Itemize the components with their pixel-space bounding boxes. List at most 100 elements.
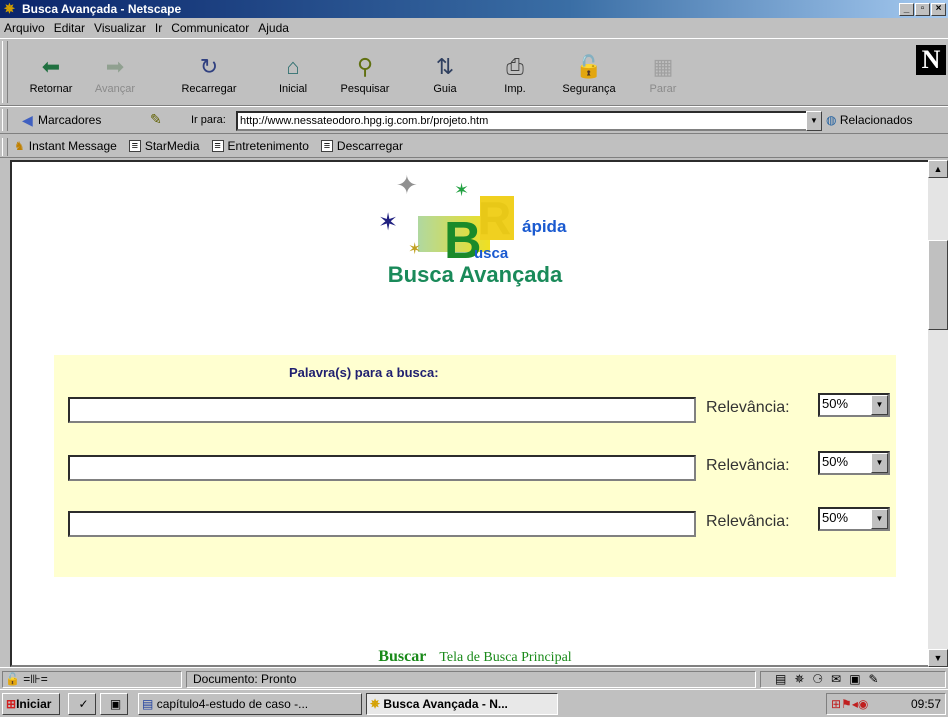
menu-arquivo[interactable]: Arquivo <box>4 21 45 35</box>
word-icon: ▤ <box>142 697 154 711</box>
home-button[interactable]: ⌂ Inicial <box>262 47 324 103</box>
location-bar: ◀ Marcadores ✎ Ir para: http://www.nessa… <box>0 106 948 134</box>
bookmarks-button[interactable]: Marcadores <box>38 113 101 127</box>
page-title: Busca Avançada <box>387 262 563 287</box>
title-bar: ✵ Busca Avançada - Netscape _ ▫ × <box>0 0 948 18</box>
security-label: Segurança <box>562 83 616 95</box>
task-netscape[interactable]: ✵ Busca Avançada - N... <box>366 693 558 715</box>
descarregar-link[interactable]: ≡ Descarregar <box>320 139 403 153</box>
guide-icon: ⇅ <box>435 54 455 79</box>
menu-ajuda[interactable]: Ajuda <box>258 21 289 35</box>
instant-message-link[interactable]: ♞ Instant Message <box>14 139 117 153</box>
system-tray: ⊞⚑◂◉ 09:57 <box>826 693 946 715</box>
search-panel: Palavra(s) para a busca: Relevância: 50%… <box>54 355 896 577</box>
location-icon: ✎ <box>150 111 162 127</box>
quick-launch-desktop[interactable]: ▣ <box>100 693 128 715</box>
entretenimento-link[interactable]: ≡ Entretenimento <box>211 138 309 153</box>
task-label: Busca Avançada - N... <box>383 697 508 711</box>
maximize-button[interactable]: ▫ <box>915 2 930 16</box>
busca-rapida-logo: B R ápida usca ✦ ✶ ✶ ✶ <box>378 172 567 264</box>
search-term-input-1[interactable] <box>68 397 696 423</box>
component-icons: ▤✵⚆✉▣✎ <box>775 672 887 686</box>
task-word-document[interactable]: ▤ capítulo4-estudo de caso -... <box>138 693 362 715</box>
status-text: Documento: Pronto <box>186 671 756 688</box>
security-status[interactable]: 🔓 =⊪= <box>2 671 182 688</box>
reload-label: Recarregar <box>181 83 237 95</box>
location-grip[interactable] <box>2 109 8 131</box>
instant-message-label: Instant Message <box>28 138 117 153</box>
relevance-label: Relevância: <box>706 399 790 416</box>
scroll-up-button[interactable]: ▲ <box>928 160 948 178</box>
toolbar-grip[interactable] <box>2 41 8 103</box>
component-bar[interactable]: ▤✵⚆✉▣✎ <box>760 671 946 688</box>
clock: 09:57 <box>910 697 941 711</box>
page-icon: ≡ <box>320 139 333 152</box>
stop-button[interactable]: ▦ Parar <box>632 47 694 103</box>
url-dropdown-button[interactable]: ▼ <box>806 111 822 131</box>
main-search-link[interactable]: Tela de Busca Principal <box>439 650 571 665</box>
relevance-label: Relevância: <box>706 457 790 474</box>
relevance-label: Relevância: <box>706 513 790 530</box>
search-label: Pesquisar <box>340 83 390 95</box>
relevance-value: 50% <box>822 454 849 469</box>
connection-icon: =⊪= <box>23 672 48 686</box>
menu-communicator[interactable]: Communicator <box>171 21 249 35</box>
back-arrow-icon: ⬅ <box>41 54 61 79</box>
browser-icon: ✓ <box>78 697 89 711</box>
related-icon: ◍ <box>826 113 837 127</box>
tray-icons[interactable]: ⊞⚑◂◉ <box>827 697 868 711</box>
reload-icon: ↻ <box>199 54 219 79</box>
netscape-logo[interactable]: N <box>916 45 946 75</box>
search-term-input-3[interactable] <box>68 511 696 537</box>
logo-busca-text: usca <box>474 245 509 262</box>
search-button[interactable]: ⚲ Pesquisar <box>334 47 396 103</box>
forward-button[interactable]: ➡ Avançar <box>84 47 146 103</box>
task-label: capítulo4-estudo de caso -... <box>156 697 309 711</box>
lock-icon: 🔓 <box>5 672 20 686</box>
forward-label: Avançar <box>94 83 136 95</box>
menu-bar: Arquivo Editar Visualizar Ir Communicato… <box>0 18 948 38</box>
personal-grip[interactable] <box>2 138 8 156</box>
print-label: Imp. <box>504 83 526 95</box>
menu-ir[interactable]: Ir <box>155 21 162 35</box>
bookmarks-icon: ◀ <box>22 112 33 128</box>
windows-logo-icon: ⊞ <box>6 697 17 711</box>
chevron-down-icon[interactable]: ▼ <box>871 453 888 473</box>
page-icon: ≡ <box>128 139 141 152</box>
menu-editar[interactable]: Editar <box>54 21 85 35</box>
relevance-value: 50% <box>822 396 849 411</box>
bottom-links: Buscar Tela de Busca Principal <box>12 648 938 665</box>
personal-toolbar: ♞ Instant Message ≡ StarMedia ≡ Entretenime… <box>0 134 948 158</box>
chevron-down-icon[interactable]: ▼ <box>871 395 888 415</box>
chevron-down-icon[interactable]: ▼ <box>871 509 888 529</box>
starmedia-link[interactable]: ≡ StarMedia <box>128 139 200 153</box>
related-label: Relacionados <box>839 113 913 127</box>
search-link[interactable]: Buscar <box>378 648 426 665</box>
menu-visualizar[interactable]: Visualizar <box>94 21 146 35</box>
start-button[interactable]: ⊞Iniciar <box>2 693 60 715</box>
netscape-icon: ✵ <box>4 1 15 16</box>
relevance-value: 50% <box>822 510 849 525</box>
back-button[interactable]: ⬅ Retornar <box>20 47 82 103</box>
close-button[interactable]: × <box>931 2 946 16</box>
minimize-button[interactable]: _ <box>899 2 914 16</box>
scroll-thumb[interactable] <box>928 240 948 330</box>
guide-button[interactable]: ⇅ Guia <box>414 47 476 103</box>
security-button[interactable]: 🔓 Segurança <box>558 47 620 103</box>
vertical-scrollbar[interactable]: ▲ ▼ <box>928 160 948 667</box>
relevance-select-2[interactable]: 50% ▼ <box>818 451 890 475</box>
reload-button[interactable]: ↻ Recarregar <box>178 47 240 103</box>
lock-icon: 🔓 <box>575 54 603 79</box>
quick-launch-browser[interactable]: ✓ <box>68 693 96 715</box>
url-input[interactable]: http://www.nessateodoro.hpg.ig.com.br/pr… <box>236 111 808 131</box>
relevance-select-1[interactable]: 50% ▼ <box>818 393 890 417</box>
relevance-select-3[interactable]: 50% ▼ <box>818 507 890 531</box>
status-bar: 🔓 =⊪= Documento: Pronto ▤✵⚆✉▣✎ <box>0 667 948 689</box>
related-button[interactable]: ◍ Relacionados <box>826 113 913 127</box>
print-button[interactable]: ⎙ Imp. <box>484 47 546 103</box>
entretenimento-label: Entretenimento <box>227 138 309 153</box>
scroll-down-button[interactable]: ▼ <box>928 649 948 667</box>
star-icon: ✶ <box>408 241 421 258</box>
home-label: Inicial <box>278 83 308 95</box>
search-term-input-2[interactable] <box>68 455 696 481</box>
